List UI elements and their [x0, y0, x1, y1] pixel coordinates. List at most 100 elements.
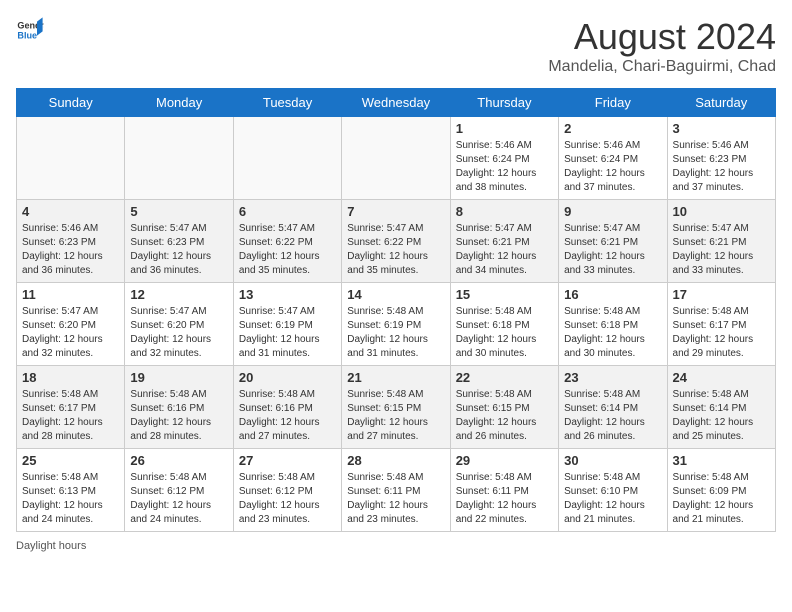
day-info: Sunrise: 5:48 AMSunset: 6:17 PMDaylight:…	[22, 388, 119, 444]
day-info: Sunrise: 5:48 AMSunset: 6:09 PMDaylight:…	[673, 471, 770, 527]
day-number: 22	[456, 370, 553, 385]
day-number: 30	[564, 453, 661, 468]
calendar-cell-3-0: 18 Sunrise: 5:48 AMSunset: 6:17 PMDayligh…	[17, 366, 125, 449]
calendar-cell-0-6: 3 Sunrise: 5:46 AMSunset: 6:23 PMDaylight…	[667, 117, 775, 200]
main-title: August 2024	[548, 16, 776, 58]
day-number: 18	[22, 370, 119, 385]
calendar-header-row: Sunday Monday Tuesday Wednesday Thursday…	[17, 89, 776, 117]
day-number: 12	[130, 287, 227, 302]
col-friday: Friday	[559, 89, 667, 117]
day-number: 4	[22, 204, 119, 219]
logo-icon: General Blue	[16, 16, 44, 44]
calendar-cell-3-5: 23 Sunrise: 5:48 AMSunset: 6:14 PMDayligh…	[559, 366, 667, 449]
day-info: Sunrise: 5:47 AMSunset: 6:22 PMDaylight:…	[239, 222, 336, 278]
day-number: 9	[564, 204, 661, 219]
day-info: Sunrise: 5:48 AMSunset: 6:13 PMDaylight:…	[22, 471, 119, 527]
day-number: 23	[564, 370, 661, 385]
col-tuesday: Tuesday	[233, 89, 341, 117]
calendar-cell-2-3: 14 Sunrise: 5:48 AMSunset: 6:19 PMDayligh…	[342, 283, 450, 366]
day-number: 24	[673, 370, 770, 385]
week-row-0: 1 Sunrise: 5:46 AMSunset: 6:24 PMDaylight…	[17, 117, 776, 200]
calendar-cell-0-0	[17, 117, 125, 200]
day-info: Sunrise: 5:48 AMSunset: 6:14 PMDaylight:…	[673, 388, 770, 444]
day-info: Sunrise: 5:47 AMSunset: 6:20 PMDaylight:…	[130, 305, 227, 361]
calendar-cell-4-5: 30 Sunrise: 5:48 AMSunset: 6:10 PMDayligh…	[559, 449, 667, 532]
day-number: 11	[22, 287, 119, 302]
calendar-cell-1-5: 9 Sunrise: 5:47 AMSunset: 6:21 PMDaylight…	[559, 200, 667, 283]
subtitle: Mandelia, Chari-Baguirmi, Chad	[548, 58, 776, 76]
calendar-cell-3-4: 22 Sunrise: 5:48 AMSunset: 6:15 PMDayligh…	[450, 366, 558, 449]
day-info: Sunrise: 5:48 AMSunset: 6:12 PMDaylight:…	[239, 471, 336, 527]
day-info: Sunrise: 5:48 AMSunset: 6:17 PMDaylight:…	[673, 305, 770, 361]
calendar-cell-2-6: 17 Sunrise: 5:48 AMSunset: 6:17 PMDayligh…	[667, 283, 775, 366]
day-number: 13	[239, 287, 336, 302]
day-info: Sunrise: 5:48 AMSunset: 6:16 PMDaylight:…	[239, 388, 336, 444]
day-info: Sunrise: 5:48 AMSunset: 6:14 PMDaylight:…	[564, 388, 661, 444]
calendar-cell-0-2	[233, 117, 341, 200]
col-thursday: Thursday	[450, 89, 558, 117]
day-info: Sunrise: 5:47 AMSunset: 6:21 PMDaylight:…	[564, 222, 661, 278]
calendar-cell-0-4: 1 Sunrise: 5:46 AMSunset: 6:24 PMDaylight…	[450, 117, 558, 200]
day-info: Sunrise: 5:48 AMSunset: 6:15 PMDaylight:…	[456, 388, 553, 444]
day-number: 3	[673, 121, 770, 136]
calendar-cell-4-2: 27 Sunrise: 5:48 AMSunset: 6:12 PMDayligh…	[233, 449, 341, 532]
day-info: Sunrise: 5:48 AMSunset: 6:18 PMDaylight:…	[456, 305, 553, 361]
week-row-4: 25Sunrise: 5:48 AMSunset: 6:13 PMDayligh…	[17, 449, 776, 532]
day-info: Sunrise: 5:46 AMSunset: 6:24 PMDaylight:…	[564, 139, 661, 195]
day-number: 28	[347, 453, 444, 468]
day-info: Sunrise: 5:46 AMSunset: 6:23 PMDaylight:…	[673, 139, 770, 195]
day-number: 29	[456, 453, 553, 468]
day-number: 14	[347, 287, 444, 302]
day-info: Sunrise: 5:48 AMSunset: 6:19 PMDaylight:…	[347, 305, 444, 361]
svg-text:Blue: Blue	[17, 30, 37, 40]
calendar-cell-1-0: 4 Sunrise: 5:46 AMSunset: 6:23 PMDaylight…	[17, 200, 125, 283]
calendar-cell-3-1: 19Sunrise: 5:48 AMSunset: 6:16 PMDayligh…	[125, 366, 233, 449]
day-number: 19	[130, 370, 227, 385]
day-info: Sunrise: 5:47 AMSunset: 6:23 PMDaylight:…	[130, 222, 227, 278]
week-row-3: 18 Sunrise: 5:48 AMSunset: 6:17 PMDayligh…	[17, 366, 776, 449]
day-number: 15	[456, 287, 553, 302]
logo: General Blue	[16, 16, 44, 44]
col-saturday: Saturday	[667, 89, 775, 117]
day-number: 20	[239, 370, 336, 385]
calendar-cell-0-5: 2 Sunrise: 5:46 AMSunset: 6:24 PMDaylight…	[559, 117, 667, 200]
col-monday: Monday	[125, 89, 233, 117]
calendar-cell-4-3: 28 Sunrise: 5:48 AMSunset: 6:11 PMDayligh…	[342, 449, 450, 532]
day-info: Sunrise: 5:48 AMSunset: 6:18 PMDaylight:…	[564, 305, 661, 361]
day-number: 10	[673, 204, 770, 219]
day-info: Sunrise: 5:48 AMSunset: 6:12 PMDaylight:…	[130, 471, 227, 527]
calendar-cell-4-4: 29 Sunrise: 5:48 AMSunset: 6:11 PMDayligh…	[450, 449, 558, 532]
calendar-cell-2-1: 12 Sunrise: 5:47 AMSunset: 6:20 PMDayligh…	[125, 283, 233, 366]
day-info: Sunrise: 5:46 AMSunset: 6:23 PMDaylight:…	[22, 222, 119, 278]
day-number: 5	[130, 204, 227, 219]
day-info: Sunrise: 5:48 AMSunset: 6:11 PMDaylight:…	[456, 471, 553, 527]
calendar-cell-4-6: 31 Sunrise: 5:48 AMSunset: 6:09 PMDayligh…	[667, 449, 775, 532]
day-number: 26	[130, 453, 227, 468]
col-sunday: Sunday	[17, 89, 125, 117]
day-number: 17	[673, 287, 770, 302]
calendar-cell-2-0: 11 Sunrise: 5:47 AMSunset: 6:20 PMDayligh…	[17, 283, 125, 366]
day-number: 27	[239, 453, 336, 468]
calendar-cell-1-6: 10 Sunrise: 5:47 AMSunset: 6:21 PMDayligh…	[667, 200, 775, 283]
day-number: 2	[564, 121, 661, 136]
day-info: Sunrise: 5:47 AMSunset: 6:21 PMDaylight:…	[673, 222, 770, 278]
calendar-cell-2-5: 16Sunrise: 5:48 AMSunset: 6:18 PMDayligh…	[559, 283, 667, 366]
calendar-cell-2-2: 13Sunrise: 5:47 AMSunset: 6:19 PMDayligh…	[233, 283, 341, 366]
day-info: Sunrise: 5:48 AMSunset: 6:11 PMDaylight:…	[347, 471, 444, 527]
calendar-cell-3-2: 20 Sunrise: 5:48 AMSunset: 6:16 PMDayligh…	[233, 366, 341, 449]
day-number: 31	[673, 453, 770, 468]
title-area: August 2024 Mandelia, Chari-Baguirmi, Ch…	[548, 16, 776, 76]
calendar-cell-1-3: 7Sunrise: 5:47 AMSunset: 6:22 PMDaylight…	[342, 200, 450, 283]
week-row-1: 4 Sunrise: 5:46 AMSunset: 6:23 PMDaylight…	[17, 200, 776, 283]
day-number: 7	[347, 204, 444, 219]
day-info: Sunrise: 5:47 AMSunset: 6:20 PMDaylight:…	[22, 305, 119, 361]
calendar-cell-0-3	[342, 117, 450, 200]
day-info: Sunrise: 5:48 AMSunset: 6:15 PMDaylight:…	[347, 388, 444, 444]
footer-note: Daylight hours	[16, 540, 776, 552]
calendar-table: Sunday Monday Tuesday Wednesday Thursday…	[16, 88, 776, 532]
calendar-cell-2-4: 15 Sunrise: 5:48 AMSunset: 6:18 PMDayligh…	[450, 283, 558, 366]
day-number: 1	[456, 121, 553, 136]
week-row-2: 11 Sunrise: 5:47 AMSunset: 6:20 PMDayligh…	[17, 283, 776, 366]
day-info: Sunrise: 5:48 AMSunset: 6:10 PMDaylight:…	[564, 471, 661, 527]
day-info: Sunrise: 5:46 AMSunset: 6:24 PMDaylight:…	[456, 139, 553, 195]
